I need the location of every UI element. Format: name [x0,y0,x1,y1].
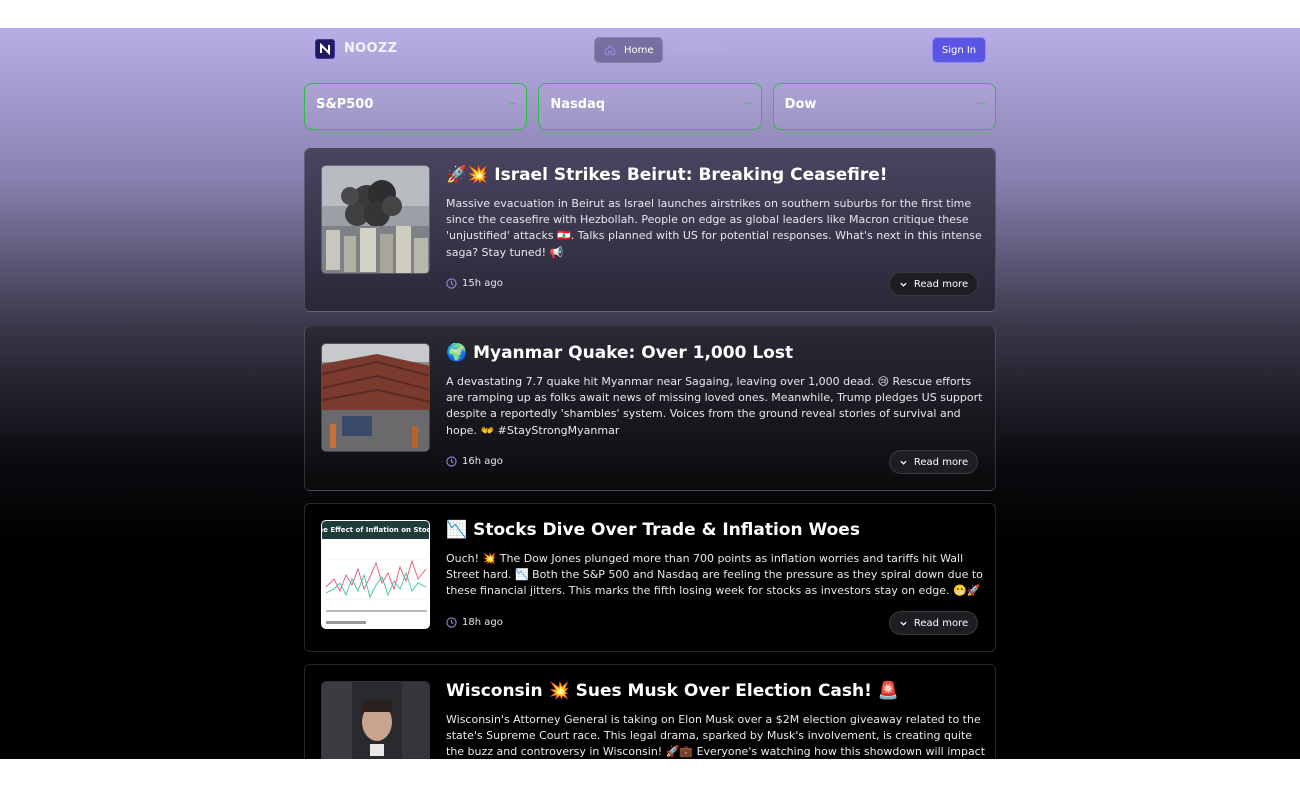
article-time: 18h ago [446,617,503,628]
article-time: 16h ago [446,456,503,467]
chevron-down-icon [900,282,907,287]
chevron-down-icon [900,621,907,626]
loading-dots: ··· [977,97,985,110]
article-title[interactable]: Wisconsin 💥 Sues Musk Over Election Cash… [446,681,899,701]
article-card[interactable]: Wisconsin 💥 Sues Musk Over Election Cash… [304,664,996,759]
article-card[interactable]: The Effect of Inflation on Stocks 📉 Stoc… [304,503,996,652]
nav-home-label: Home [624,44,654,56]
read-more-button[interactable]: Read more [889,450,978,474]
thumbnail-caption: The Effect of Inflation on Stocks [322,521,429,539]
article-thumbnail[interactable] [321,681,430,759]
ticker-name: Dow [784,97,817,112]
ticker-name: S&P500 [316,97,374,112]
clock-icon [446,278,457,289]
brand-name[interactable]: NOOZZ [344,41,397,56]
article-title[interactable]: 🚀💥 Israel Strikes Beirut: Breaking Cease… [446,165,888,185]
time-label: 15h ago [462,278,503,289]
top-nav: NOOZZ Home Stocks Sign In [304,36,996,64]
ticker-nasdaq[interactable]: Nasdaq ··· [538,83,762,130]
article-thumbnail[interactable] [321,343,430,452]
article-card[interactable]: 🌍 Myanmar Quake: Over 1,000 Lost A devas… [304,326,996,491]
market-tickers: S&P500 ··· Nasdaq ··· Dow ··· [304,83,996,130]
article-thumbnail[interactable]: The Effect of Inflation on Stocks [321,520,430,629]
article-time: 15h ago [446,278,503,289]
nav-home[interactable]: Home [594,37,663,63]
ticker-name: Nasdaq [550,97,606,112]
main-nav: Home Stocks [594,37,725,63]
article-summary: Ouch! 💥 The Dow Jones plunged more than … [446,552,983,598]
article-card[interactable]: 🚀💥 Israel Strikes Beirut: Breaking Cease… [304,148,996,312]
nav-stocks-label: Stocks [692,44,726,56]
article-thumbnail[interactable] [321,165,430,274]
clock-icon [446,617,457,628]
article-title[interactable]: 🌍 Myanmar Quake: Over 1,000 Lost [446,343,793,363]
read-more-label: Read more [913,456,969,468]
sign-in-button[interactable]: Sign In [932,37,986,63]
read-more-label: Read more [913,278,969,290]
article-summary: Massive evacuation in Beirut as Israel l… [446,197,982,259]
clock-icon [446,456,457,467]
read-more-button[interactable]: Read more [889,272,978,296]
time-label: 18h ago [462,617,503,628]
home-icon [604,45,616,56]
app-viewport: NOOZZ Home Stocks Sign In S&P500 ··· Nas… [0,28,1300,759]
ticker-dow[interactable]: Dow ··· [772,83,996,130]
article-summary: A devastating 7.7 quake hit Myanmar near… [446,375,983,437]
article-title[interactable]: 📉 Stocks Dive Over Trade & Inflation Woe… [446,520,860,540]
loading-dots: ··· [743,97,751,110]
read-more-label: Read more [913,617,969,629]
nav-stocks[interactable]: Stocks [675,44,726,56]
logo-icon[interactable] [315,39,335,59]
chevron-down-icon [900,460,907,465]
trend-icon [675,46,686,54]
read-more-button[interactable]: Read more [889,611,978,635]
loading-dots: ··· [508,97,517,110]
ticker-sp500[interactable]: S&P500 ··· [304,83,528,130]
article-summary: Wisconsin's Attorney General is taking o… [446,713,986,759]
time-label: 16h ago [462,456,503,467]
